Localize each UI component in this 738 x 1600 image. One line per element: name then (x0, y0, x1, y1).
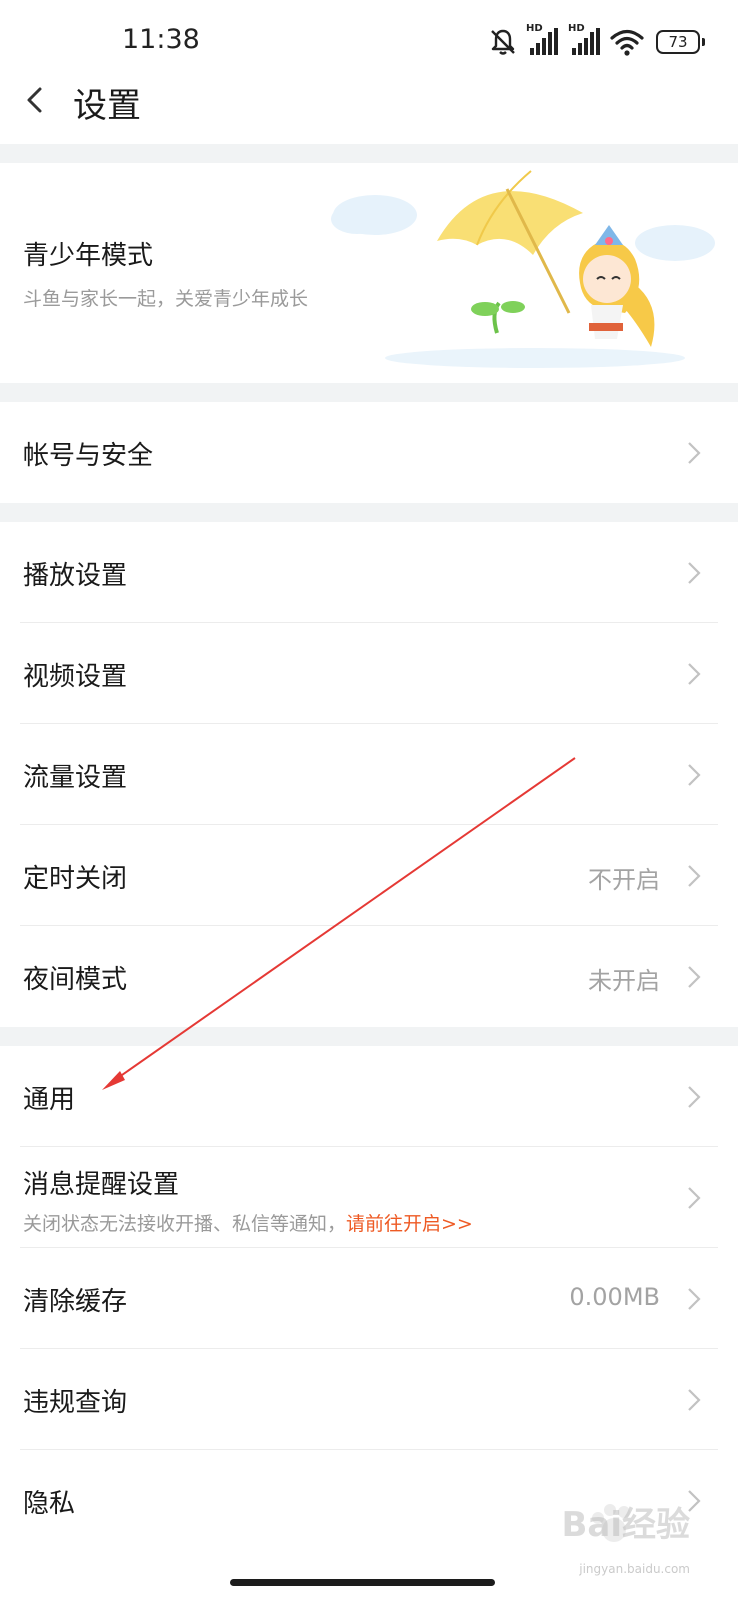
chevron-right-icon (688, 966, 701, 988)
chevron-right-icon (688, 1086, 701, 1108)
youth-mode-subtitle: 斗鱼与家长一起，关爱青少年成长 (23, 288, 309, 310)
sleep-timer-row[interactable]: 定时关闭 不开启 (0, 825, 738, 926)
row-value: 不开启 (588, 866, 660, 894)
page-title: 设置 (73, 86, 141, 126)
notification-settings-row[interactable]: 消息提醒设置 关闭状态无法接收开播、私信等通知，请前往开启>> (0, 1147, 738, 1248)
row-label: 夜间模式 (23, 965, 128, 995)
home-indicator[interactable] (230, 1579, 495, 1586)
violation-query-row[interactable]: 违规查询 (0, 1349, 738, 1450)
signal-icon: HD (568, 23, 602, 58)
section-separator (0, 1027, 738, 1046)
row-label: 违规查询 (23, 1388, 128, 1418)
watermark-text: Bai经验 (561, 1505, 690, 1545)
notification-hint-text: 关闭状态无法接收开播、私信等通知， (23, 1213, 347, 1235)
bell-muted-icon (491, 29, 515, 55)
row-subtitle: 关闭状态无法接收开播、私信等通知，请前往开启>> (23, 1209, 473, 1236)
chevron-left-icon (27, 87, 42, 113)
youth-mode-title: 青少年模式 (23, 241, 154, 271)
battery-level: 73 (668, 33, 688, 51)
playback-settings-row[interactable]: 播放设置 (0, 522, 738, 623)
signal-icon: HD (526, 23, 560, 58)
chevron-right-icon (688, 663, 701, 685)
data-usage-settings-row[interactable]: 流量设置 (0, 724, 738, 825)
video-settings-row[interactable]: 视频设置 (0, 623, 738, 724)
section-separator (0, 383, 738, 402)
watermark-url: jingyan.baidu.com (579, 1562, 690, 1576)
row-value: 未开启 (588, 967, 660, 995)
row-value: 0.00MB (569, 1283, 660, 1311)
youth-mode-banner[interactable]: 青少年模式 斗鱼与家长一起，关爱青少年成长 (0, 163, 738, 383)
girl-with-umbrella-illustration (331, 170, 715, 368)
enable-notification-link[interactable]: 请前往开启>> (346, 1213, 473, 1235)
wifi-icon (610, 29, 644, 56)
clear-cache-row[interactable]: 清除缓存 0.00MB (0, 1248, 738, 1349)
chevron-right-icon (688, 1389, 701, 1411)
header: 设置 (0, 64, 738, 144)
chevron-right-icon (688, 865, 701, 887)
row-label: 视频设置 (23, 662, 128, 692)
section-separator (0, 503, 738, 522)
row-label: 播放设置 (23, 561, 128, 591)
chevron-right-icon (688, 562, 701, 584)
status-icons: HD HD 73 (488, 23, 705, 60)
row-label: 消息提醒设置 (23, 1170, 180, 1200)
general-row[interactable]: 通用 (0, 1046, 738, 1147)
section-separator (0, 144, 738, 163)
row-label: 通用 (23, 1085, 76, 1115)
chevron-right-icon (688, 764, 701, 786)
chevron-right-icon (688, 1187, 701, 1209)
night-mode-row[interactable]: 夜间模式 未开启 (0, 926, 738, 1027)
status-time: 11:38 (122, 24, 200, 55)
row-label: 定时关闭 (23, 864, 128, 894)
battery-icon: 73 (656, 30, 705, 54)
back-button[interactable] (18, 76, 68, 126)
row-label: 隐私 (23, 1489, 76, 1519)
row-label: 帐号与安全 (23, 441, 154, 471)
chevron-right-icon (688, 1288, 701, 1310)
account-security-row[interactable]: 帐号与安全 (0, 402, 738, 503)
chevron-right-icon (688, 442, 701, 464)
row-label: 清除缓存 (23, 1287, 128, 1317)
row-label: 流量设置 (23, 763, 128, 793)
